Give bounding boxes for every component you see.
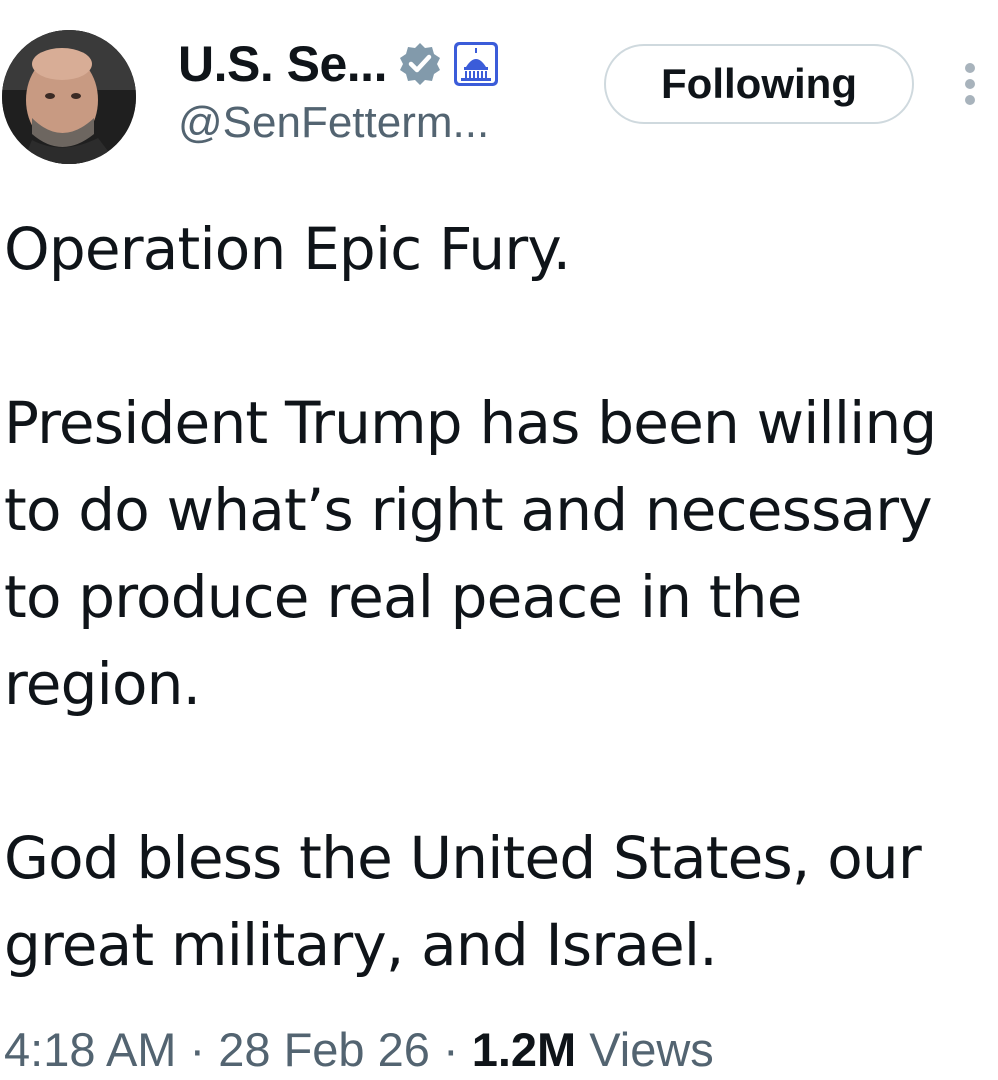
- tweet-time[interactable]: 4:18 AM: [4, 1023, 176, 1076]
- views-label: Views: [589, 1023, 714, 1076]
- author-handle[interactable]: @SenFetterm...: [178, 98, 489, 148]
- tweet-paragraph: God bless the United States, our great m…: [4, 824, 922, 979]
- tweet-paragraph: President Trump has been willing to do w…: [4, 389, 937, 718]
- tweet-meta: 4:18 AM · 28 Feb 26 · 1.2M Views: [4, 1022, 714, 1077]
- capitol-dome-icon[interactable]: [453, 41, 499, 87]
- tweet-paragraph: Operation Epic Fury.: [4, 215, 571, 283]
- meta-separator: ·: [176, 1023, 219, 1076]
- following-button[interactable]: Following: [604, 44, 914, 124]
- verified-badge-icon[interactable]: [397, 41, 443, 87]
- tweet-date[interactable]: 28 Feb 26: [218, 1023, 430, 1076]
- views-count: 1.2M: [471, 1023, 577, 1076]
- tweet-text: Operation Epic Fury. President Trump has…: [4, 206, 998, 989]
- meta-separator: ·: [429, 1023, 472, 1076]
- more-vertical-icon[interactable]: [950, 58, 990, 110]
- author-name-row: U.S. Se...: [178, 36, 499, 92]
- profile-photo: [2, 30, 136, 164]
- author-display-name[interactable]: U.S. Se...: [178, 35, 387, 93]
- avatar[interactable]: [2, 30, 136, 164]
